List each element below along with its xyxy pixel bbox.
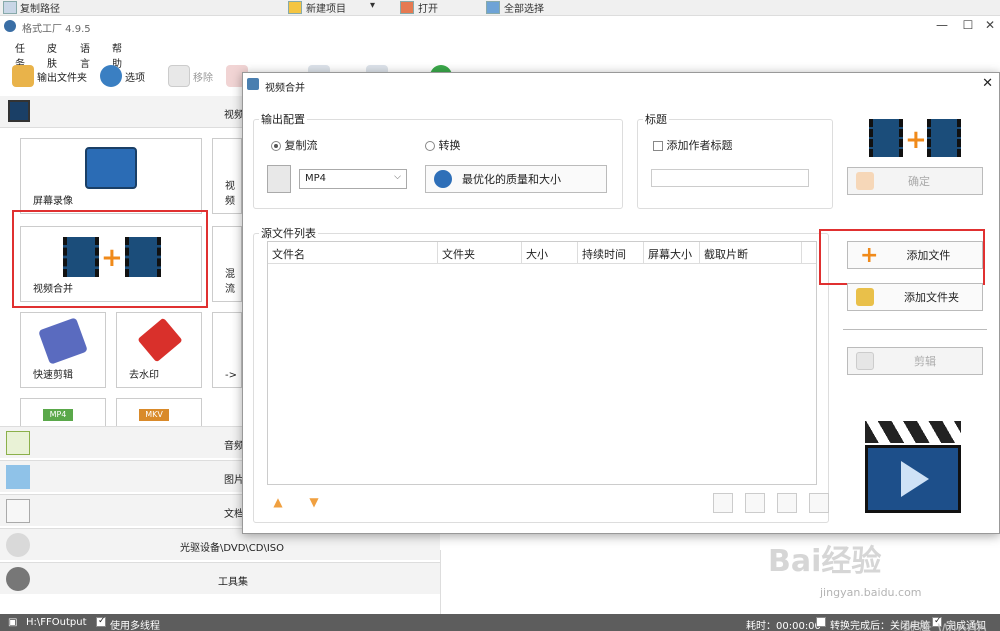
scissors-icon: [38, 317, 88, 365]
after-convert-checkbox[interactable]: [816, 617, 826, 628]
dropdown-arrow-icon: ▾: [370, 0, 376, 11]
disc-icon: [6, 533, 30, 557]
options-button[interactable]: 选项: [100, 64, 145, 88]
button-separator: [843, 329, 987, 330]
mp4-file-icon: [267, 165, 291, 193]
author-title-checkbox[interactable]: 添加作者标题: [653, 137, 733, 153]
tile-mkv[interactable]: MKV: [116, 398, 202, 428]
title-input[interactable]: [651, 169, 809, 187]
remove-file-icon[interactable]: [713, 493, 733, 513]
output-config-group: [253, 119, 623, 209]
radio-copy-stream[interactable]: 复制流: [271, 137, 318, 153]
tile-quick-clip[interactable]: 快速剪辑: [20, 312, 106, 388]
video-merge-dialog: 视频合并 ✕ 输出配置 复制流 转换 MP4 ⌵ 最优化的质量和大小 标题 添加…: [242, 72, 1000, 534]
elapsed-time: 耗时：00:00:00: [746, 621, 821, 631]
music-note-icon: [6, 431, 30, 455]
tile-remove-watermark[interactable]: 去水印: [116, 312, 202, 388]
new-project-label: 新建项目: [306, 4, 346, 15]
baidu-url-watermark: jingyan.baidu.com: [820, 586, 922, 599]
tile-video[interactable]: 视频: [212, 138, 242, 214]
copy-path-icon: [3, 1, 17, 14]
clip-button[interactable]: 剪辑: [847, 347, 983, 375]
confirm-button[interactable]: 确定: [847, 167, 983, 195]
multithread-label: 使用多线程: [110, 621, 160, 631]
col-filename[interactable]: 文件名: [268, 242, 438, 263]
film-icon: [8, 100, 30, 122]
tile-convert[interactable]: ->: [212, 312, 242, 388]
info-icon[interactable]: [809, 493, 829, 513]
new-project-icon: [288, 1, 302, 14]
col-screen-size[interactable]: 屏幕大小: [644, 242, 700, 263]
table-header: 文件名 文件夹 大小 持续时间 屏幕大小 截取片断: [268, 242, 816, 264]
status-bar: ▣ H:\FFOutput 使用多线程 耗时：00:00:00 转换完成后：关闭…: [0, 614, 1000, 631]
windows-activation-watermark: 激活 Windo: [900, 620, 988, 631]
add-folder-icon: [856, 288, 874, 306]
chevron-down-icon: ⌵: [394, 172, 401, 182]
radio-convert[interactable]: 转换: [425, 137, 461, 153]
title-group-label: 标题: [643, 111, 669, 127]
select-all-icon: [486, 1, 500, 14]
col-duration[interactable]: 持续时间: [578, 242, 644, 263]
open-label: 打开: [418, 4, 438, 15]
folder-icon: [12, 65, 34, 87]
move-up-icon[interactable]: ▲: [271, 495, 285, 509]
minimize-button[interactable]: —: [932, 18, 952, 34]
baidu-watermark: Bai经验: [768, 544, 882, 579]
options-gear-icon: [100, 65, 122, 87]
remove-button[interactable]: 移除: [168, 64, 213, 88]
category-tools[interactable]: 工具集: [0, 562, 440, 594]
dialog-title: 视频合并: [265, 83, 305, 94]
tile-screen-record[interactable]: 屏幕录像: [20, 138, 202, 214]
quality-button[interactable]: 最优化的质量和大小: [425, 165, 607, 193]
picture-icon: [6, 465, 30, 489]
open-icon: [400, 1, 414, 14]
eraser-icon: [137, 317, 183, 363]
format-select[interactable]: MP4 ⌵: [299, 169, 407, 189]
merge-banner-icon: +: [869, 119, 961, 157]
maximize-button[interactable]: ☐: [958, 18, 978, 34]
tile-mux[interactable]: 混流: [212, 226, 242, 302]
background-app-strip: 复制路径 新建项目 ▾ 打开 全部选择: [0, 0, 1000, 16]
output-config-label: 输出配置: [259, 111, 307, 127]
output-folder-icon: ▣: [8, 617, 18, 628]
clapperboard-icon: [865, 421, 961, 513]
copy-path-label: 复制路径: [20, 4, 60, 15]
arrow-right-icon: [856, 172, 874, 190]
highlight-box-add-file: [819, 229, 985, 285]
highlight-box-merge: [12, 210, 208, 308]
add-folder-button[interactable]: 添加文件夹: [847, 283, 983, 311]
col-clip-segment[interactable]: 截取片断: [700, 242, 802, 263]
source-list-label: 源文件列表: [259, 225, 318, 241]
title-group: [637, 119, 833, 209]
app-icon: [4, 20, 16, 32]
window-title: 格式工厂 4.9.5: [22, 24, 91, 35]
play-icon[interactable]: [777, 493, 797, 513]
output-folder-button[interactable]: 输出文件夹: [12, 64, 87, 88]
close-button[interactable]: ✕: [980, 18, 1000, 34]
film-reel-icon: [6, 567, 30, 591]
dialog-close-icon[interactable]: ✕: [982, 76, 993, 91]
move-down-icon[interactable]: ▼: [307, 495, 321, 509]
remove-icon: [168, 65, 190, 87]
source-file-table[interactable]: 文件名 文件夹 大小 持续时间 屏幕大小 截取片断: [267, 241, 817, 485]
col-size[interactable]: 大小: [522, 242, 578, 263]
content-area-divider: [440, 550, 1000, 614]
mp4-badge: MP4: [43, 409, 73, 421]
dialog-app-icon: [247, 78, 259, 90]
select-all-label: 全部选择: [504, 4, 544, 15]
clip-icon: [856, 352, 874, 370]
quality-gear-icon: [434, 170, 452, 188]
document-icon: [6, 499, 30, 523]
col-folder[interactable]: 文件夹: [438, 242, 522, 263]
mkv-badge: MKV: [139, 409, 169, 421]
screen-record-icon: [85, 147, 137, 189]
output-path: H:\FFOutput: [26, 617, 87, 628]
clear-files-icon[interactable]: [745, 493, 765, 513]
title-bar: 格式工厂 4.9.5 — ☐ ✕: [0, 16, 1000, 36]
tile-mp4[interactable]: MP4: [20, 398, 106, 428]
multithread-checkbox[interactable]: [96, 617, 106, 628]
